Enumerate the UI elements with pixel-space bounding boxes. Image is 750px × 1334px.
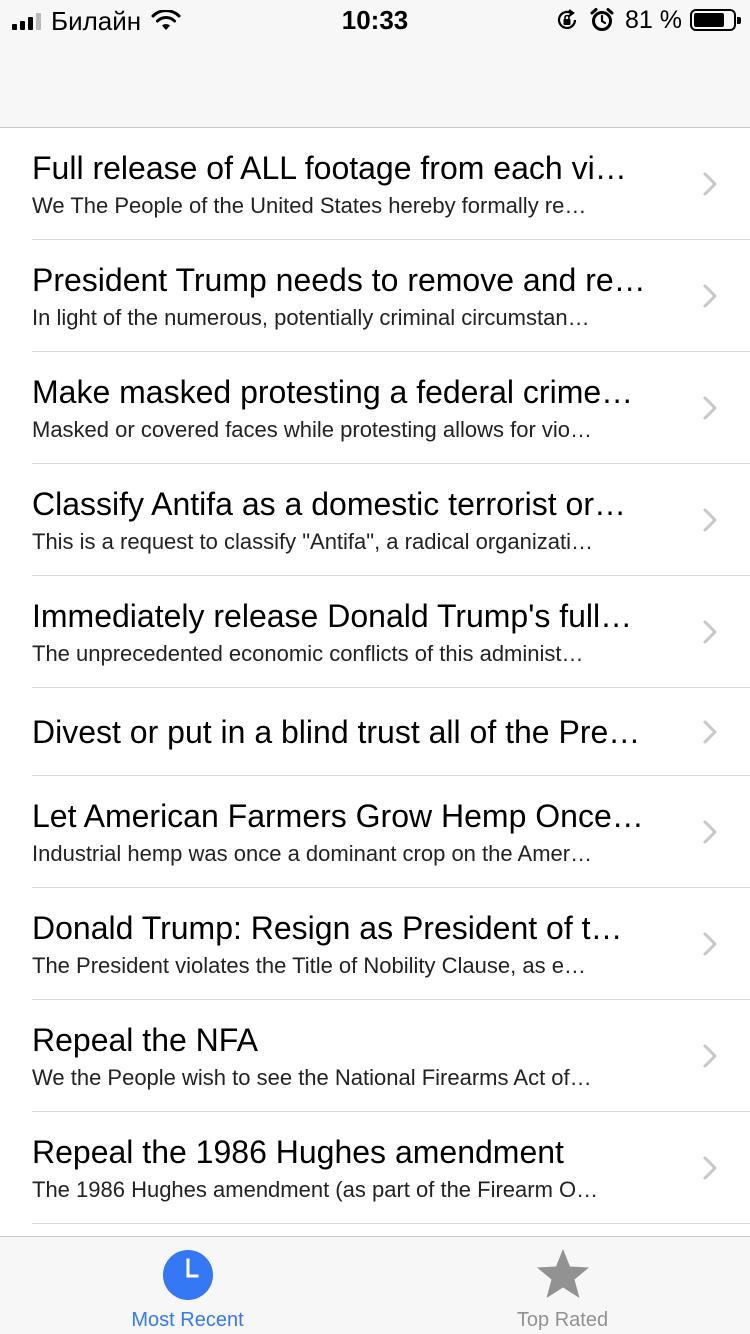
battery-level-fill — [694, 13, 725, 27]
chevron-right-icon — [703, 396, 717, 420]
list-item-subtitle: Industrial hemp was once a dominant crop… — [32, 841, 593, 866]
list-item[interactable]: Donald Trump: Resign as President of t… … — [0, 888, 750, 1000]
carrier-name: Билайн — [51, 6, 142, 36]
chevron-right-icon — [703, 284, 717, 308]
chevron-right-icon — [703, 932, 717, 956]
tab-most-recent[interactable]: Most Recent — [0, 1237, 375, 1334]
chevron-right-icon — [703, 820, 717, 844]
list-item-title: President Trump needs to remove and re… — [32, 262, 646, 298]
list-item[interactable]: Divest or put in a blind trust all of th… — [0, 688, 750, 776]
list-item-title: Repeal the 1986 Hughes amendment — [32, 1134, 564, 1170]
list-item[interactable]: Classify Antifa as a domestic terrorist … — [0, 464, 750, 576]
list-item[interactable]: Let American Farmers Grow Hemp Once… Ind… — [0, 776, 750, 888]
list-item-title: Repeal the NFA — [32, 1022, 258, 1058]
list-item[interactable]: President Trump needs to remove and re… … — [0, 240, 750, 352]
list-item[interactable]: Immediately release Donald Trump's full…… — [0, 576, 750, 688]
list-item-subtitle: Masked or covered faces while protesting… — [32, 417, 593, 442]
tab-label: Top Rated — [516, 1309, 609, 1331]
tab-top-rated[interactable]: Top Rated — [375, 1237, 750, 1334]
list-item[interactable]: Repeal the 1986 Hughes amendment The 198… — [0, 1112, 750, 1224]
list-item-subtitle: We the People wish to see the National F… — [32, 1065, 592, 1090]
navigation-bar — [0, 40, 750, 128]
list-item-title: Make masked protesting a federal crime… — [32, 374, 634, 410]
alarm-icon — [590, 8, 614, 31]
cellular-signal-icon — [12, 12, 41, 30]
star-icon — [536, 1249, 589, 1298]
list-item-title: Let American Farmers Grow Hemp Once… — [32, 798, 644, 834]
chevron-right-icon — [703, 1156, 717, 1180]
battery-percent: 81 % — [625, 6, 682, 34]
petition-list: Full release of ALL footage from each vi… — [0, 128, 750, 1224]
screen: Билайн 10:33 81 % Full release of ALL fo… — [0, 0, 750, 1334]
list-item[interactable]: Full release of ALL footage from each vi… — [0, 128, 750, 240]
list-item[interactable]: Make masked protesting a federal crime… … — [0, 352, 750, 464]
list-item[interactable]: Repeal the NFA We the People wish to see… — [0, 1000, 750, 1112]
status-bar: Билайн 10:33 81 % — [0, 0, 750, 40]
chevron-right-icon — [703, 508, 717, 532]
list-item-title: Full release of ALL footage from each vi… — [32, 150, 627, 186]
list-item-title: Donald Trump: Resign as President of t… — [32, 910, 623, 946]
list-item-subtitle: This is a request to classify "Antifa", … — [32, 529, 593, 554]
list-item-subtitle: The 1986 Hughes amendment (as part of th… — [32, 1177, 599, 1202]
list-item-subtitle: The President violates the Title of Nobi… — [32, 953, 586, 978]
tab-label: Most Recent — [131, 1309, 244, 1331]
list-item-title: Divest or put in a blind trust all of th… — [32, 714, 641, 750]
clock-icon — [162, 1250, 213, 1300]
status-right: 81 % — [555, 6, 741, 34]
orientation-lock-icon — [557, 9, 577, 29]
list-item-subtitle: We The People of the United States hereb… — [32, 193, 587, 218]
status-left: Билайн — [12, 8, 181, 34]
chevron-right-icon — [703, 620, 717, 644]
chevron-right-icon — [703, 172, 717, 196]
list-item-subtitle: The unprecedented economic conflicts of … — [32, 641, 584, 666]
list-item-title: Classify Antifa as a domestic terrorist … — [32, 486, 626, 522]
chevron-right-icon — [703, 720, 717, 744]
wifi-icon — [151, 10, 181, 30]
list-item-subtitle: In light of the numerous, potentially cr… — [32, 305, 590, 330]
list-item-title: Immediately release Donald Trump's full… — [32, 598, 633, 634]
battery-icon — [690, 9, 741, 31]
chevron-right-icon — [703, 1044, 717, 1068]
tab-bar: Most Recent Top Rated — [0, 1236, 750, 1334]
